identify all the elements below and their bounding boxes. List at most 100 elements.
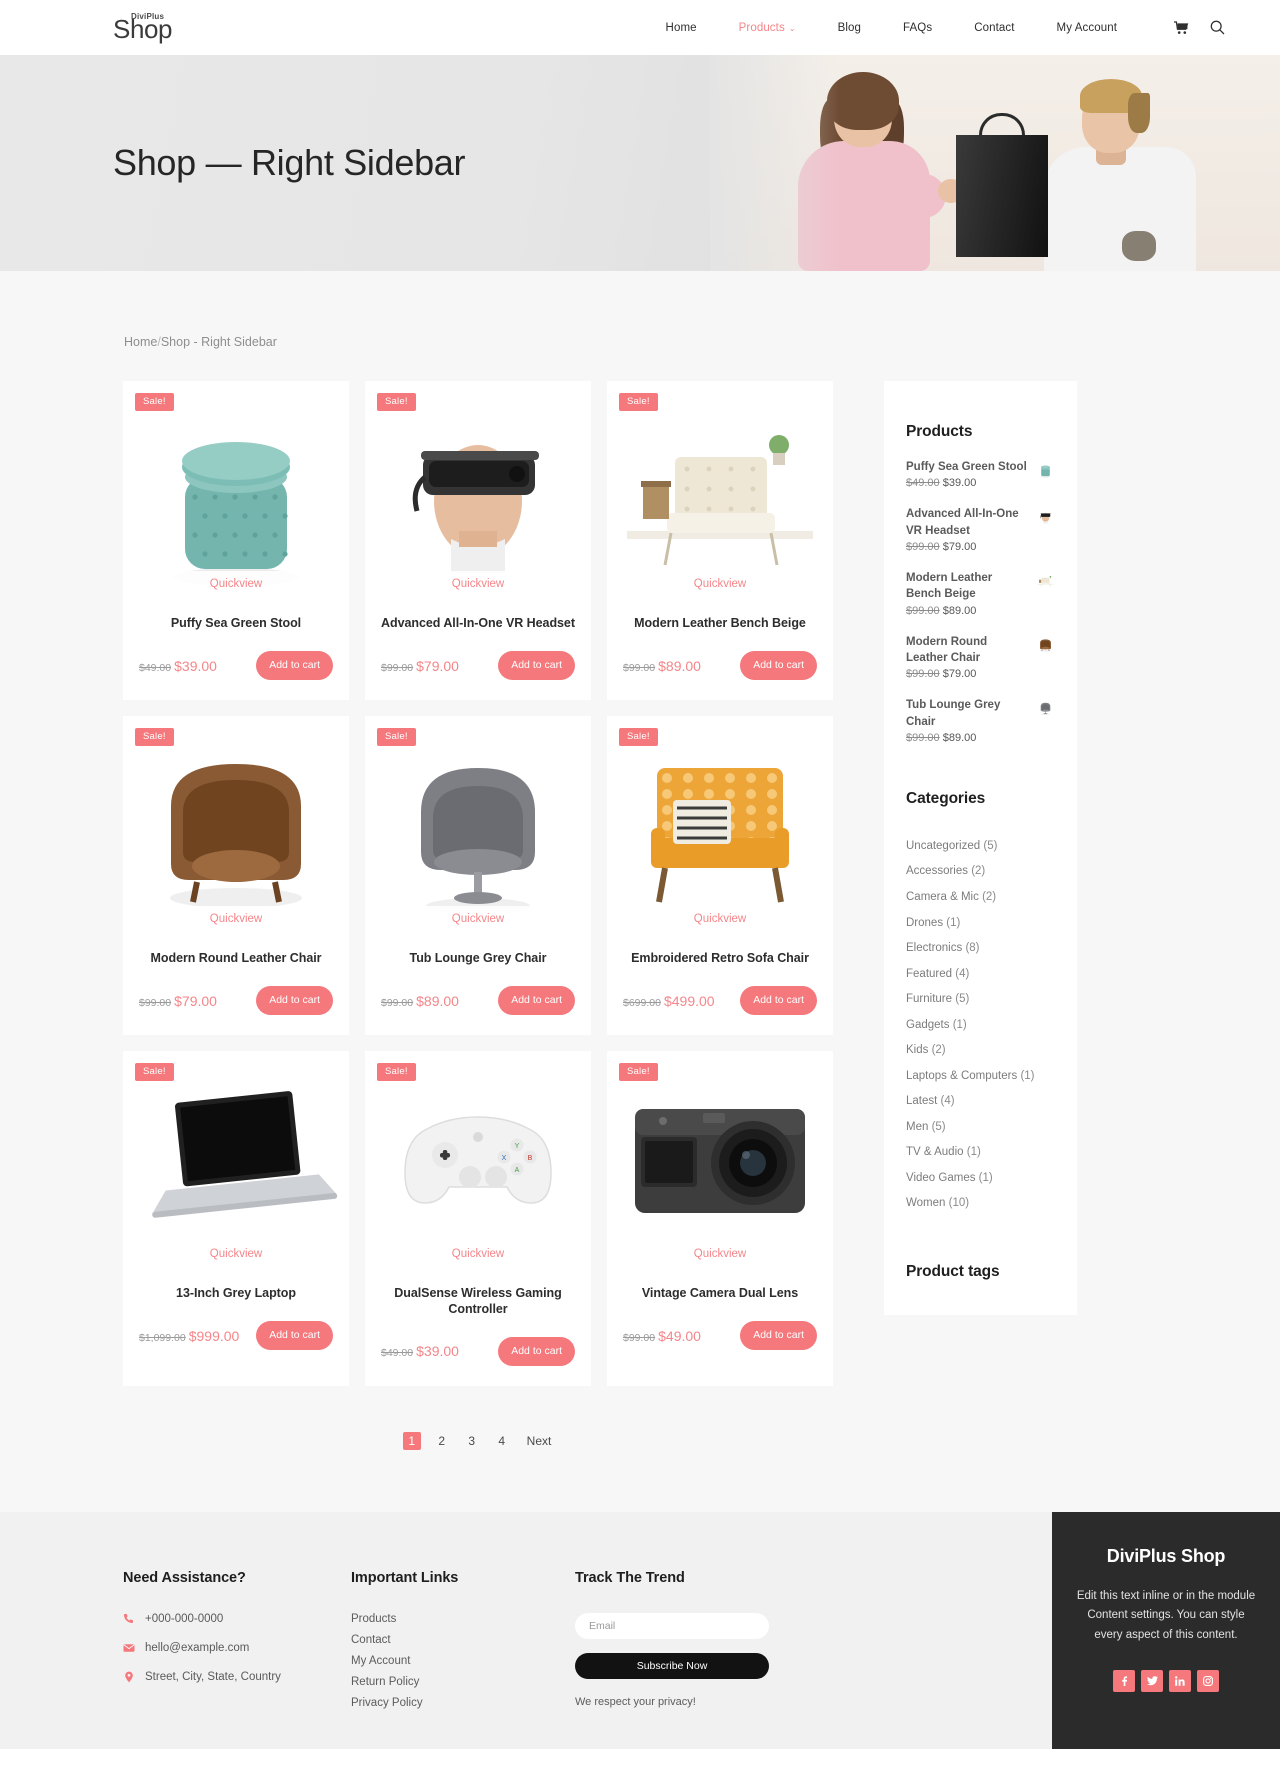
sidebar-product-name[interactable]: Puffy Sea Green Stool: [906, 459, 1030, 475]
nav-item-home[interactable]: Home: [645, 22, 718, 34]
sidebar-product-item[interactable]: Modern Leather Bench Beige $99.00 $89.00: [906, 570, 1055, 617]
footer-phone-row[interactable]: +000-000-0000: [123, 1613, 351, 1625]
newsletter-email-input[interactable]: [575, 1612, 769, 1639]
product-card[interactable]: Sale! Quickview Vintage Camera Dual Lens $9…: [607, 1051, 833, 1386]
product-image-round-leather-chair[interactable]: Quickview: [123, 716, 349, 933]
product-image-stool-sea-green[interactable]: Quickview: [123, 381, 349, 598]
category-item[interactable]: Accessories (2): [906, 859, 1055, 885]
quickview-button[interactable]: Quickview: [123, 571, 349, 598]
shopping-cart-icon[interactable]: [1174, 20, 1189, 35]
add-to-cart-button[interactable]: Add to cart: [740, 1321, 817, 1350]
sidebar-product-item[interactable]: Advanced All-In-One VR Headset $99.00 $79…: [906, 506, 1055, 553]
quickview-button[interactable]: Quickview: [123, 906, 349, 933]
category-item[interactable]: Video Games (1): [906, 1166, 1055, 1192]
pagination-page-4[interactable]: 4: [493, 1432, 511, 1450]
site-logo[interactable]: DiviPlus Shop: [113, 13, 173, 43]
header-icon-group: [1174, 0, 1225, 55]
quickview-button[interactable]: Quickview: [607, 1241, 833, 1268]
product-price: $99.00 $79.00: [139, 993, 217, 1009]
category-item[interactable]: Electronics (8): [906, 936, 1055, 962]
breadcrumb-home[interactable]: Home: [124, 335, 157, 349]
pagination-next[interactable]: Next: [523, 1432, 556, 1450]
nav-item-contact[interactable]: Contact: [953, 22, 1035, 34]
quickview-button[interactable]: Quickview: [123, 1241, 349, 1268]
category-item[interactable]: Men (5): [906, 1115, 1055, 1141]
linkedin-icon[interactable]: [1169, 1669, 1191, 1692]
new-price: $79.00: [942, 668, 977, 681]
add-to-cart-button[interactable]: Add to cart: [256, 651, 333, 680]
sidebar-product-item[interactable]: Puffy Sea Green Stool $49.00 $39.00: [906, 459, 1055, 489]
old-price: $99.00: [906, 731, 940, 744]
sidebar-product-item[interactable]: Tub Lounge Grey Chair $99.00 $89.00: [906, 697, 1055, 744]
add-to-cart-button[interactable]: Add to cart: [498, 1336, 575, 1366]
footer-link-contact[interactable]: Contact: [351, 1634, 575, 1646]
product-card[interactable]: Sale! Quickview Modern Round Leather Chair…: [123, 716, 349, 1035]
footer-brand-title: DiviPlus Shop: [1106, 1545, 1226, 1566]
category-item[interactable]: Camera & Mic (2): [906, 885, 1055, 911]
breadcrumb-shop[interactable]: Shop: [161, 335, 190, 349]
footer-link-my-account[interactable]: My Account: [351, 1655, 575, 1667]
pagination-page-2[interactable]: 2: [433, 1432, 451, 1450]
pagination-page-3[interactable]: 3: [463, 1432, 481, 1450]
quickview-button[interactable]: Quickview: [365, 571, 591, 598]
nav-item-products[interactable]: Products ⌄: [718, 22, 817, 34]
product-image-retro-sofa-chair[interactable]: Quickview: [607, 716, 833, 933]
category-item[interactable]: Women (10): [906, 1191, 1055, 1217]
product-card[interactable]: Sale! Quickview Tub Lounge Grey Chair $99.0…: [365, 716, 591, 1035]
sidebar-product-name[interactable]: Tub Lounge Grey Chair: [906, 697, 1030, 730]
product-title: Advanced All-In-One VR Headset: [381, 616, 575, 630]
sidebar-product-name[interactable]: Advanced All-In-One VR Headset: [906, 506, 1030, 539]
quickview-button[interactable]: Quickview: [607, 906, 833, 933]
add-to-cart-button[interactable]: Add to cart: [256, 1321, 333, 1350]
search-icon[interactable]: [1210, 20, 1225, 35]
product-card[interactable]: Sale! Quickview Puffy Sea Green Stool $49.0…: [123, 381, 349, 700]
product-image-game-controller[interactable]: Y B X A Quickview: [365, 1051, 591, 1268]
product-image-tub-lounge-chair[interactable]: Quickview: [365, 716, 591, 933]
category-item[interactable]: Drones (1): [906, 911, 1055, 937]
quickview-button[interactable]: Quickview: [365, 1241, 591, 1268]
category-item[interactable]: Uncategorized (5): [906, 834, 1055, 860]
product-image-laptop[interactable]: Quickview: [123, 1051, 349, 1268]
category-item[interactable]: Gadgets (1): [906, 1013, 1055, 1039]
product-image-vintage-camera[interactable]: Quickview: [607, 1051, 833, 1268]
nav-item-blog[interactable]: Blog: [817, 22, 882, 34]
add-to-cart-button[interactable]: Add to cart: [498, 651, 575, 680]
instagram-icon[interactable]: [1197, 1669, 1219, 1692]
sidebar-product-name[interactable]: Modern Round Leather Chair: [906, 634, 1030, 667]
footer-link-products[interactable]: Products: [351, 1613, 575, 1625]
breadcrumb-page: Right Sidebar: [201, 335, 277, 349]
pagination-page-1[interactable]: 1: [402, 1431, 421, 1450]
add-to-cart-button[interactable]: Add to cart: [256, 986, 333, 1015]
product-card[interactable]: Sale! Quickview Advanced All-In-One VR Hea…: [365, 381, 591, 700]
category-item[interactable]: Latest (4): [906, 1089, 1055, 1115]
breadcrumb-separator: -: [190, 335, 202, 349]
product-card[interactable]: Sale! Quickview Modern Leather Bench Beige…: [607, 381, 833, 700]
subscribe-button[interactable]: Subscribe Now: [575, 1652, 769, 1679]
facebook-icon[interactable]: [1113, 1669, 1135, 1692]
product-image-bench-beige[interactable]: Quickview: [607, 381, 833, 598]
quickview-button[interactable]: Quickview: [607, 571, 833, 598]
footer-link-return-policy[interactable]: Return Policy: [351, 1676, 575, 1688]
add-to-cart-button[interactable]: Add to cart: [740, 651, 817, 680]
category-item[interactable]: Kids (2): [906, 1038, 1055, 1064]
sidebar-product-name[interactable]: Modern Leather Bench Beige: [906, 570, 1030, 603]
product-title: Puffy Sea Green Stool: [170, 616, 302, 630]
product-card[interactable]: Sale! Quickview Embroidered Retro Sofa Cha…: [607, 716, 833, 1035]
footer-link-privacy-policy[interactable]: Privacy Policy: [351, 1697, 575, 1709]
add-to-cart-button[interactable]: Add to cart: [740, 986, 817, 1015]
add-to-cart-button[interactable]: Add to cart: [498, 986, 575, 1015]
category-item[interactable]: TV & Audio (1): [906, 1140, 1055, 1166]
nav-item-faqs[interactable]: FAQs: [882, 22, 953, 34]
category-item[interactable]: Featured (4): [906, 962, 1055, 988]
sidebar-product-item[interactable]: Modern Round Leather Chair $99.00 $79.00: [906, 634, 1055, 681]
quickview-button[interactable]: Quickview: [365, 906, 591, 933]
nav-item-my-account[interactable]: My Account: [1036, 22, 1138, 34]
category-item[interactable]: Furniture (5): [906, 987, 1055, 1013]
product-card[interactable]: Sale! Quickview 13-Inch Grey Laptop $1,099.…: [123, 1051, 349, 1386]
twitter-icon[interactable]: [1141, 1669, 1163, 1692]
footer-email-row[interactable]: hello@example.com: [123, 1642, 351, 1654]
sale-badge: Sale!: [135, 728, 174, 746]
category-item[interactable]: Laptops & Computers (1): [906, 1064, 1055, 1090]
product-card[interactable]: Sale! Y B X A Quickview DualSense Wireless Gam…: [365, 1051, 591, 1386]
product-image-vr-headset[interactable]: Quickview: [365, 381, 591, 598]
